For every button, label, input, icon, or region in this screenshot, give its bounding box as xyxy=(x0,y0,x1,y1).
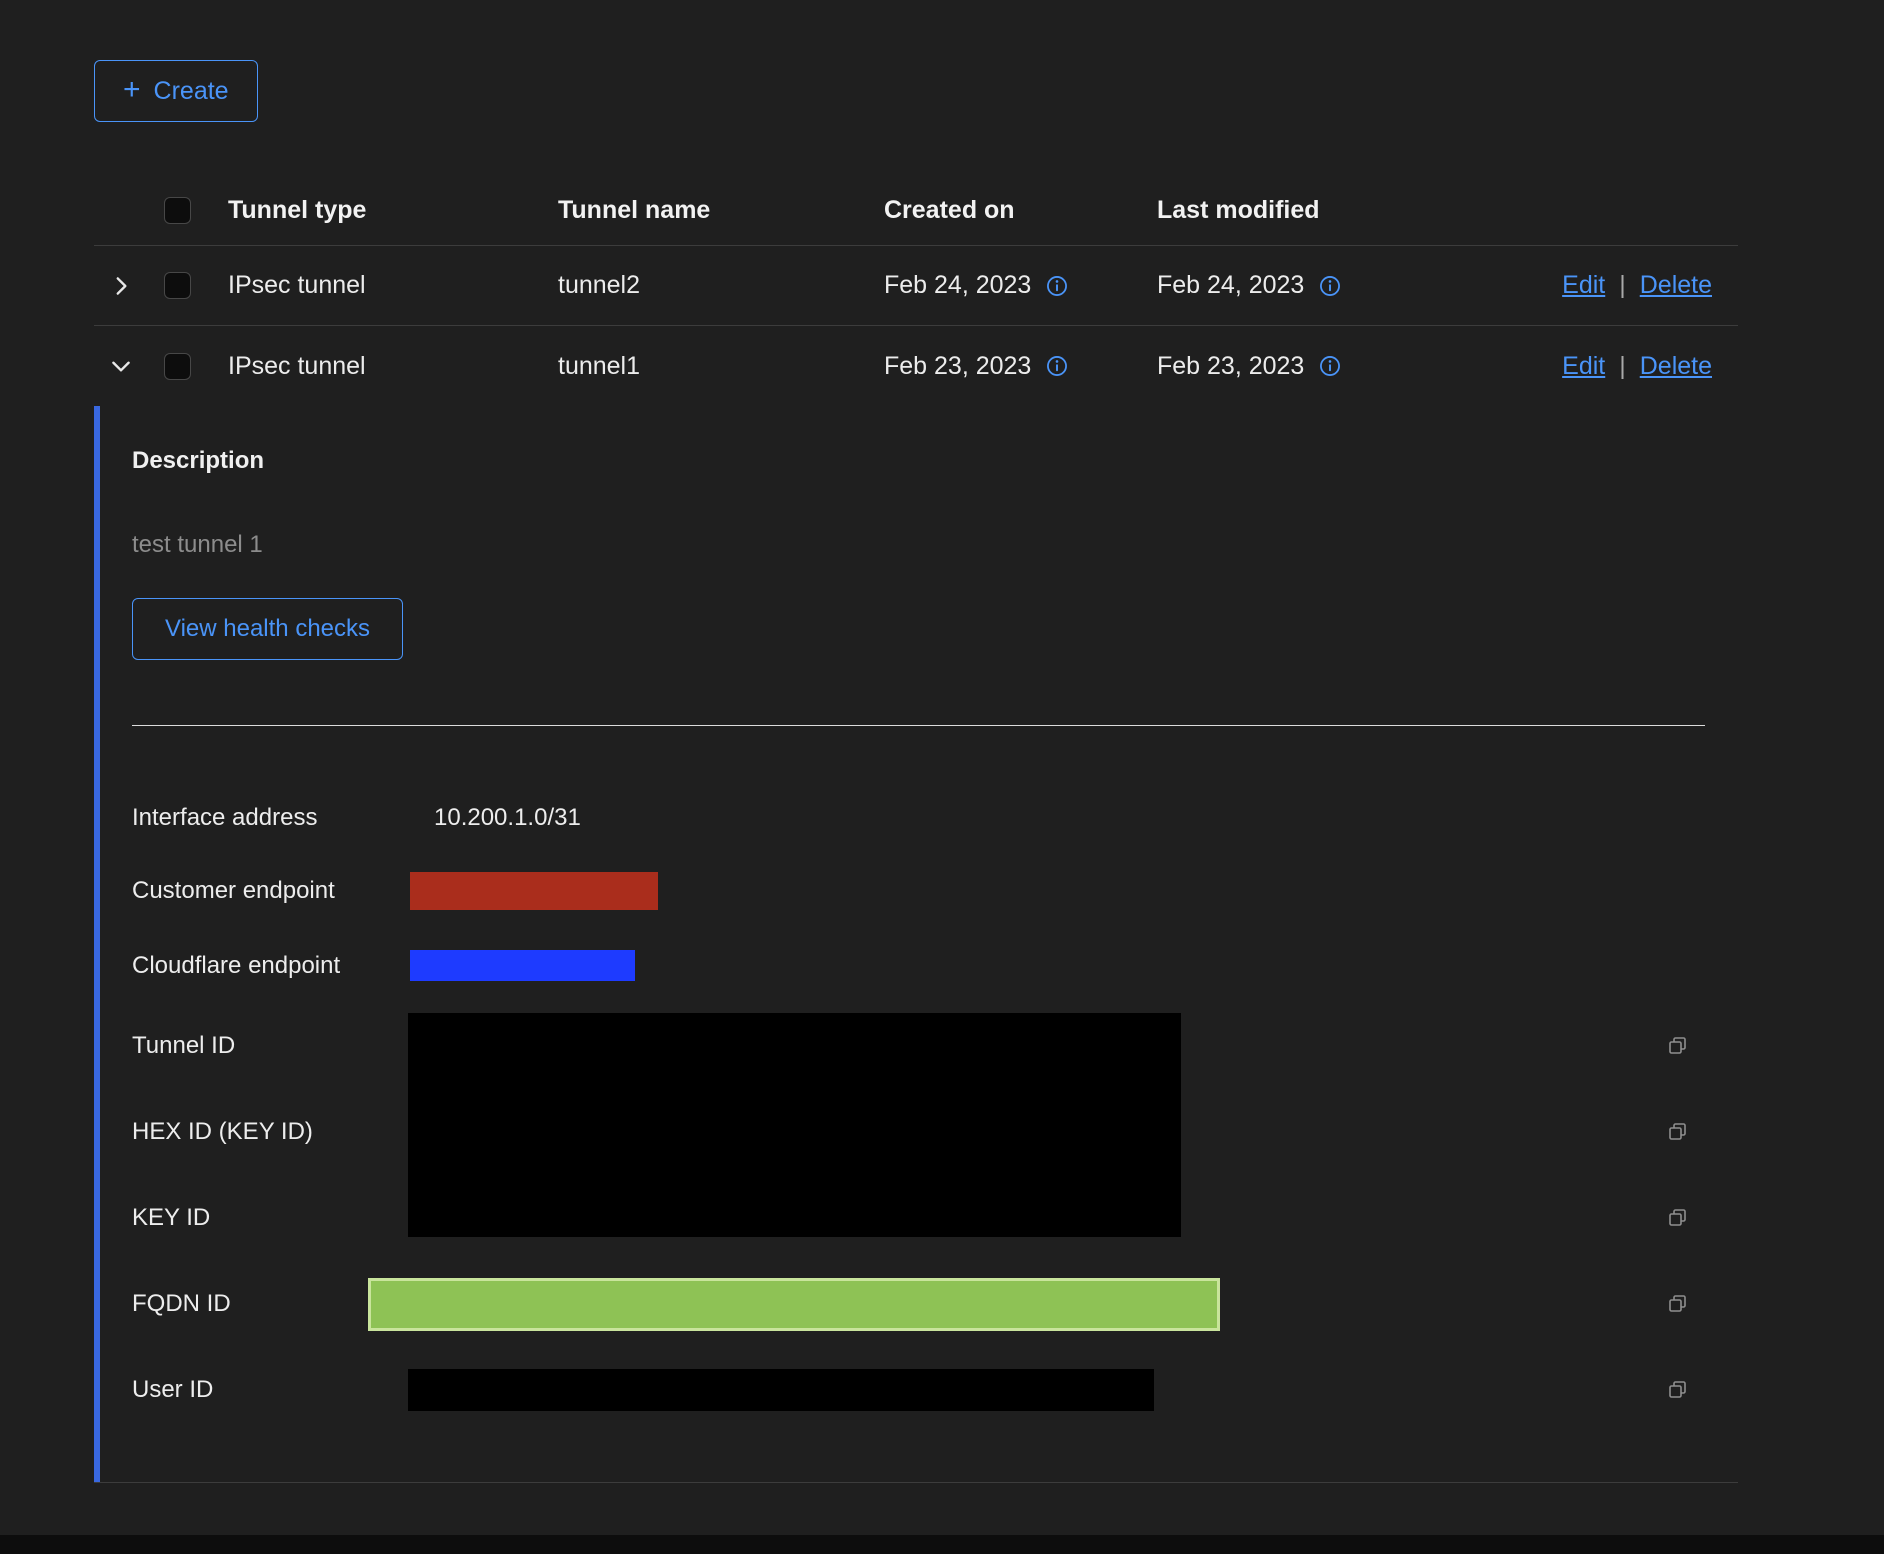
copy-fqdn-id-button[interactable] xyxy=(1664,1290,1692,1318)
copy-icon xyxy=(1666,1378,1690,1402)
header-created-on: Created on xyxy=(884,196,1157,225)
view-health-checks-label: View health checks xyxy=(165,615,370,643)
field-label: Cloudflare endpoint xyxy=(132,952,409,980)
expand-row-button[interactable] xyxy=(108,273,134,299)
view-health-checks-button[interactable]: View health checks xyxy=(132,598,403,660)
info-icon xyxy=(1319,355,1341,377)
created-info-button[interactable] xyxy=(1046,275,1068,297)
redacted-user-id xyxy=(408,1369,1154,1411)
info-icon xyxy=(1319,275,1341,297)
copy-tunnel-id-button[interactable] xyxy=(1664,1032,1692,1060)
tunnel-type-cell: IPsec tunnel xyxy=(228,271,558,300)
plus-icon: + xyxy=(123,75,141,105)
detail-row-customer-endpoint: Customer endpoint xyxy=(132,854,1738,928)
created-date: Feb 24, 2023 xyxy=(884,271,1031,300)
info-icon xyxy=(1046,355,1068,377)
collapse-row-button[interactable] xyxy=(108,353,134,379)
copy-user-id-button[interactable] xyxy=(1664,1376,1692,1404)
field-label: User ID xyxy=(132,1376,409,1404)
copy-icon xyxy=(1666,1292,1690,1316)
created-date: Feb 23, 2023 xyxy=(884,352,1031,381)
field-label: Tunnel ID xyxy=(132,1032,409,1060)
detail-row-fqdn-id: FQDN ID xyxy=(132,1261,1738,1347)
detail-row-cloudflare-endpoint: Cloudflare endpoint xyxy=(132,928,1738,1003)
create-button-label: Create xyxy=(154,77,229,106)
edit-link[interactable]: Edit xyxy=(1562,352,1605,381)
actions-separator: | xyxy=(1619,271,1626,300)
copy-key-id-button[interactable] xyxy=(1664,1204,1692,1232)
copy-icon xyxy=(1666,1120,1690,1144)
redacted-cloudflare-endpoint xyxy=(410,950,635,981)
redacted-fqdn-id xyxy=(368,1278,1220,1331)
redacted-customer-endpoint xyxy=(410,872,658,910)
panel-divider xyxy=(132,725,1705,726)
interface-address-value: 10.200.1.0/31 xyxy=(434,804,581,832)
info-icon xyxy=(1046,275,1068,297)
detail-row-interface-address: Interface address 10.200.1.0/31 xyxy=(132,781,1738,854)
edit-link[interactable]: Edit xyxy=(1562,271,1605,300)
detail-row-tunnel-id: Tunnel ID xyxy=(132,1003,1738,1089)
tunnel-name-cell: tunnel1 xyxy=(558,352,884,381)
modified-info-button[interactable] xyxy=(1319,355,1341,377)
table-row-tunnel1: IPsec tunnel tunnel1 Feb 23, 2023 Feb 23… xyxy=(94,326,1738,406)
created-info-button[interactable] xyxy=(1046,355,1068,377)
row-checkbox[interactable] xyxy=(164,353,191,380)
row-checkbox[interactable] xyxy=(164,272,191,299)
field-label: Interface address xyxy=(132,804,409,832)
tunnel-name-cell: tunnel2 xyxy=(558,271,884,300)
tunnels-table: Tunnel type Tunnel name Created on Last … xyxy=(94,176,1738,1483)
copy-hex-id-button[interactable] xyxy=(1664,1118,1692,1146)
detail-row-user-id: User ID xyxy=(132,1347,1738,1432)
bottom-edge-strip xyxy=(0,1535,1884,1554)
copy-icon xyxy=(1666,1034,1690,1058)
expanded-indicator-bar xyxy=(94,406,100,1482)
header-tunnel-type: Tunnel type xyxy=(228,196,558,225)
field-label: Customer endpoint xyxy=(132,877,409,905)
detail-row-key-id: KEY ID xyxy=(132,1175,1738,1261)
table-row-tunnel2: IPsec tunnel tunnel2 Feb 24, 2023 Feb 24… xyxy=(94,246,1738,326)
modified-info-button[interactable] xyxy=(1319,275,1341,297)
tunnels-page: + Create Tunnel type Tunnel name Created… xyxy=(0,0,1884,1554)
copy-icon xyxy=(1666,1206,1690,1230)
chevron-down-icon xyxy=(108,353,134,379)
tunnel1-detail-panel: Description test tunnel 1 View health ch… xyxy=(94,406,1738,1483)
detail-row-hex-id: HEX ID (KEY ID) xyxy=(132,1089,1738,1175)
header-last-modified: Last modified xyxy=(1157,196,1738,225)
delete-link[interactable]: Delete xyxy=(1640,271,1712,300)
actions-separator: | xyxy=(1619,352,1626,381)
field-label: HEX ID (KEY ID) xyxy=(132,1118,409,1146)
modified-date: Feb 23, 2023 xyxy=(1157,352,1304,381)
select-all-checkbox[interactable] xyxy=(164,197,191,224)
delete-link[interactable]: Delete xyxy=(1640,352,1712,381)
header-tunnel-name: Tunnel name xyxy=(558,196,884,225)
tunnel-type-cell: IPsec tunnel xyxy=(228,352,558,381)
description-value: test tunnel 1 xyxy=(132,531,1738,559)
description-label: Description xyxy=(132,447,1738,475)
field-label: KEY ID xyxy=(132,1204,409,1232)
tunnel-details: Interface address 10.200.1.0/31 Customer… xyxy=(132,781,1738,1432)
modified-date: Feb 24, 2023 xyxy=(1157,271,1304,300)
create-tunnel-button[interactable]: + Create xyxy=(94,60,258,122)
table-header-row: Tunnel type Tunnel name Created on Last … xyxy=(94,176,1738,246)
header-checkbox-cell xyxy=(164,197,228,224)
chevron-right-icon xyxy=(108,273,134,299)
